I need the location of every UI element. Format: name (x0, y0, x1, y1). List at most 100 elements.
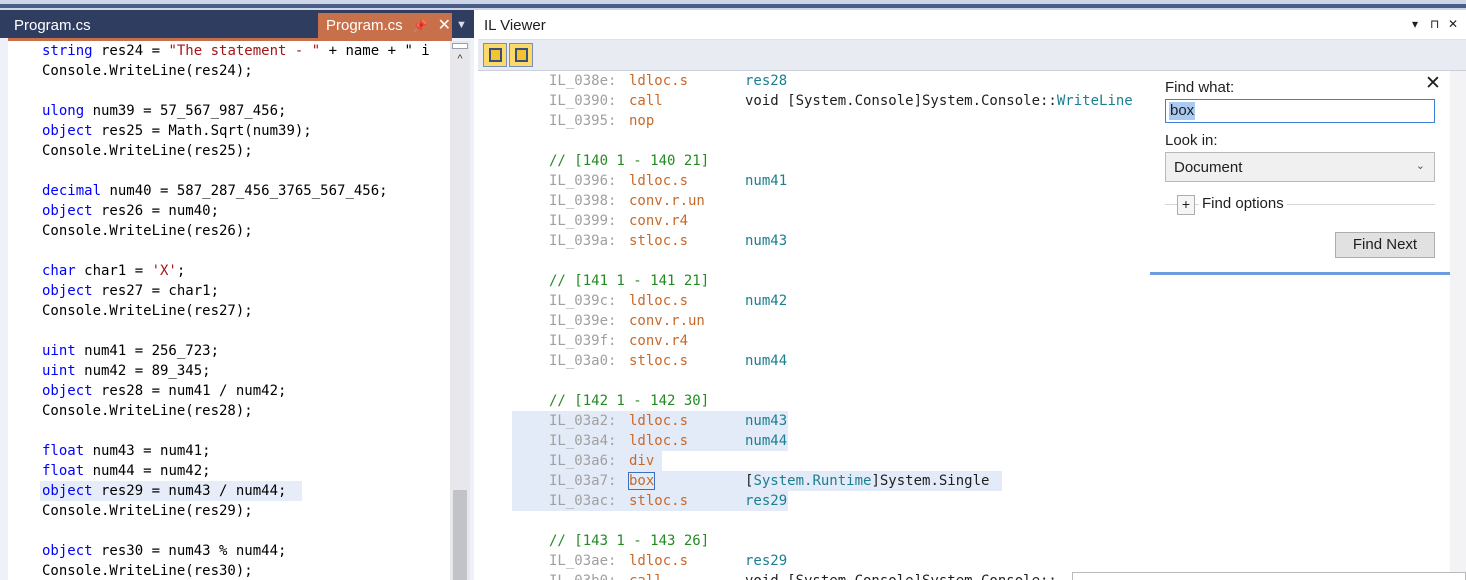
code-text: num42 = 89_345; (75, 363, 211, 379)
il-opcode-text: stloc.s (629, 493, 689, 509)
il-offset: IL_039e: (549, 313, 617, 329)
code-text: res24 = (92, 43, 169, 59)
show-source-button[interactable] (483, 43, 507, 67)
find-what-input[interactable]: box (1165, 99, 1435, 123)
il-opcode-text: conv.r4 (629, 213, 689, 229)
il-operand: num44 (745, 431, 787, 451)
close-find-icon[interactable]: ✕ (1425, 72, 1441, 95)
close-window-icon[interactable]: ✕ (1448, 17, 1458, 31)
code-line: Console.WriteLine(res28); (42, 401, 253, 421)
il-opcode-text: ldloc.s (629, 553, 689, 569)
il-operand-text: num43 (745, 413, 788, 429)
il-offset: IL_03ac: (549, 493, 617, 509)
code-keyword: ulong (42, 103, 85, 119)
pin-icon[interactable]: 📌 (413, 19, 428, 33)
close-tab-icon[interactable]: ✕ (438, 17, 451, 34)
il-operand-part: System.Runtime (753, 473, 872, 489)
code-keyword: object (42, 283, 93, 299)
code-line: uint num41 = 256_723; (42, 341, 219, 361)
expand-options-icon[interactable]: + (1177, 195, 1195, 215)
il-operand-text: num44 (745, 433, 788, 449)
il-opcode: div (629, 451, 654, 471)
il-operand: void [System.Console]System.Console::Wri… (745, 91, 1133, 111)
title-strip-accent (0, 4, 1466, 8)
show-il-button[interactable] (509, 43, 533, 67)
pin-window-icon[interactable]: ⊓ (1430, 17, 1439, 31)
document-tab-bar: Program.cs Program.cs 📌 ✕ ▼ (0, 10, 474, 38)
il-operand-method: WriteLine (1056, 93, 1133, 109)
editor-scroll-thumb[interactable] (453, 490, 467, 580)
code-text: res30 = num43 % num44; (92, 543, 287, 559)
window-position-icon[interactable]: ▾ (1412, 17, 1418, 31)
code-text: Console.WriteLine(res25); (42, 143, 253, 159)
code-line: object res30 = num43 % num44; (42, 541, 286, 561)
il-operand: num44 (745, 351, 787, 371)
code-text: + name + " i (320, 43, 430, 59)
code-line: string res24 = "The statement - " + name… (42, 41, 430, 61)
il-offset: IL_03a2: (549, 413, 617, 429)
code-line: object res26 = num40; (42, 201, 219, 221)
il-opcode: stloc.s (629, 231, 688, 251)
look-in-select[interactable]: Document ⌄ (1165, 152, 1435, 182)
il-offset: IL_0396: (549, 173, 617, 189)
find-what-label: Find what: (1165, 79, 1235, 96)
code-line: char char1 = 'X'; (42, 261, 185, 281)
il-opcode-text: div (629, 453, 655, 469)
il-operand: res28 (745, 71, 787, 91)
il-opcode-text: ldloc.s (629, 293, 689, 309)
code-text: Console.WriteLine(res24); (42, 63, 253, 79)
document-tab-active[interactable]: Program.cs 📌 ✕ (318, 13, 452, 38)
document-tab[interactable]: Program.cs (0, 13, 105, 38)
code-text: num39 = 57_567_987_456; (84, 103, 287, 119)
il-operand: num41 (745, 171, 787, 191)
il-offset: IL_0399: (549, 213, 617, 229)
il-operand-text: void [System.Console]System.Console:: (745, 93, 1057, 109)
code-text: num43 = num41; (84, 443, 211, 459)
code-keyword: uint (42, 363, 76, 379)
scroll-up-icon[interactable]: ^ (450, 53, 470, 65)
find-options-label[interactable]: Find options (1199, 195, 1287, 212)
il-offset: IL_03a7: (549, 473, 617, 489)
code-text: res25 = Math.Sqrt(num39); (92, 123, 312, 139)
il-operand-text: res28 (745, 73, 788, 89)
code-line: float num43 = num41; (42, 441, 211, 461)
il-operand: num43 (745, 411, 787, 431)
code-text: Console.WriteLine(res30); (42, 563, 253, 579)
code-keyword: float (42, 463, 85, 479)
il-offset: IL_039c: (549, 293, 617, 309)
chevron-down-icon: ⌄ (1415, 160, 1425, 172)
il-operand: res29 (745, 491, 787, 511)
find-options-row: + Find options (1165, 193, 1435, 217)
il-operand-text: res29 (745, 493, 788, 509)
find-widget-accent-bar (1150, 272, 1450, 275)
code-text: res26 = num40; (92, 203, 220, 219)
tab-overflow-icon[interactable]: ▼ (456, 19, 467, 31)
il-opcode: box (627, 471, 656, 491)
code-string: 'X' (151, 263, 177, 279)
code-keyword: object (42, 483, 93, 499)
find-next-button[interactable]: Find Next (1335, 232, 1435, 258)
editor-split-handle[interactable] (452, 43, 468, 49)
il-opcode: stloc.s (629, 491, 688, 511)
code-editor[interactable]: string res24 = "The statement - " + name… (8, 41, 450, 580)
il-opcode-text: call (629, 573, 663, 580)
il-operand: [System.Runtime]System.Single (745, 471, 989, 491)
il-operand-text: num42 (745, 293, 788, 309)
code-text: Console.WriteLine(res27); (42, 303, 253, 319)
il-operand: num43 (745, 231, 787, 251)
il-vertical-scrollbar[interactable] (1450, 71, 1466, 580)
il-opcode-text: nop (629, 113, 655, 129)
code-keyword: float (42, 443, 85, 459)
code-text: res27 = char1; (92, 283, 220, 299)
il-opcode: ldloc.s (629, 551, 688, 571)
source-icon (489, 48, 502, 62)
il-opcode-text: ldloc.s (629, 413, 689, 429)
code-keyword: object (42, 203, 93, 219)
code-text: char1 = (75, 263, 152, 279)
il-opcode: ldloc.s (629, 71, 688, 91)
il-opcode-text: conv.r.un (629, 313, 705, 329)
look-in-value: Document (1174, 159, 1243, 176)
editor-vertical-scrollbar[interactable]: ^ (450, 41, 470, 580)
il-opcode: stloc.s (629, 351, 688, 371)
il-opcode: conv.r.un (629, 191, 705, 211)
